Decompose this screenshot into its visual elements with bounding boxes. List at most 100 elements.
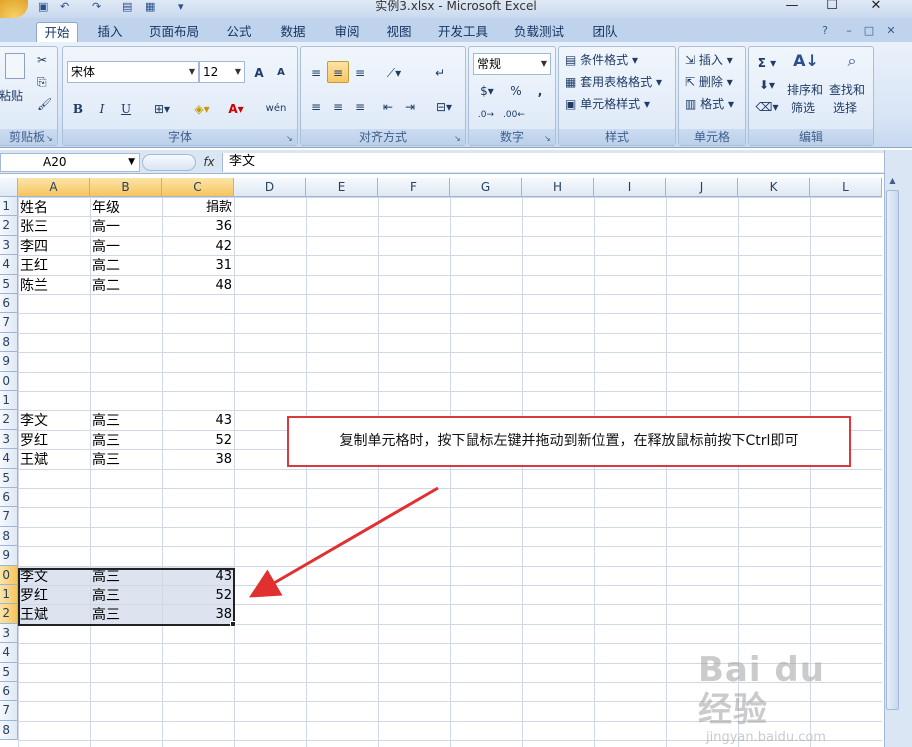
maximize-button[interactable]: ☐ xyxy=(818,0,846,14)
cell-styles-label: 单元格样式 xyxy=(580,97,641,111)
conditional-format-button[interactable]: ▤ 条件格式 ▾ xyxy=(565,51,638,69)
font-color-button[interactable]: A▾ xyxy=(221,97,251,119)
insert-cells-button[interactable]: ⇲ 插入 ▾ xyxy=(685,51,733,69)
tab-team[interactable]: 团队 xyxy=(584,22,626,42)
tab-load-test[interactable]: 负载测试 xyxy=(508,22,570,42)
alignment-launcher-icon[interactable]: ↘ xyxy=(454,134,463,143)
align-center-icon[interactable]: ≡ xyxy=(327,95,349,117)
clipboard-launcher-icon[interactable]: ↘ xyxy=(46,134,55,143)
watermark-brand: Bai du 经验 xyxy=(698,650,825,730)
find-select-label-1[interactable]: 查找和 xyxy=(829,81,865,99)
wrap-text-icon[interactable]: ↵ xyxy=(429,61,451,83)
number-group: 常规 ▼ $▾ % , .0→ .00← 数字 ↘ xyxy=(468,46,556,146)
tab-formulas[interactable]: 公式 xyxy=(218,22,260,42)
sort-filter-label-2[interactable]: 筛选 xyxy=(791,99,815,117)
scroll-up-icon[interactable]: ▲ xyxy=(887,176,898,188)
sort-filter-icon[interactable]: A↓ xyxy=(793,51,819,77)
minimize-button[interactable]: — xyxy=(778,0,806,14)
paste-button[interactable]: 粘贴 xyxy=(0,87,23,105)
decrease-indent-icon[interactable]: ⇤ xyxy=(377,95,399,117)
tab-review[interactable]: 审阅 xyxy=(326,22,368,42)
binoculars-icon[interactable]: ⌕ xyxy=(839,51,865,77)
format-as-table-button[interactable]: ▦ 套用表格格式 ▾ xyxy=(565,73,662,91)
fill-color-icon[interactable]: ◈▾ xyxy=(187,97,217,119)
undo-icon[interactable]: ↶ xyxy=(60,0,74,14)
align-bottom-icon[interactable]: ≡ xyxy=(349,61,371,83)
align-left-icon[interactable]: ≡ xyxy=(305,95,327,117)
copy-icon[interactable]: ⎘ xyxy=(37,73,47,91)
print-preview-icon[interactable]: ▤ xyxy=(122,0,136,14)
tab-view[interactable]: 视图 xyxy=(378,22,420,42)
underline-button[interactable]: U xyxy=(115,97,137,119)
name-box[interactable]: A20 ▼ xyxy=(0,153,140,172)
cell-styles-button[interactable]: ▣ 单元格样式 ▾ xyxy=(565,95,650,113)
paste-icon[interactable] xyxy=(5,53,25,79)
ribbon-minimize-icon[interactable]: – xyxy=(842,24,856,38)
tab-home[interactable]: 开始 xyxy=(36,22,78,42)
bold-button[interactable]: B xyxy=(67,97,89,119)
find-select-label-2[interactable]: 选择 xyxy=(833,99,857,117)
currency-icon[interactable]: $▾ xyxy=(473,79,501,101)
help-icon[interactable]: ? xyxy=(818,24,832,38)
formula-input[interactable]: 李文 xyxy=(222,153,884,172)
shrink-font-button[interactable]: A xyxy=(271,61,291,83)
font-size-value: 12 xyxy=(203,65,219,79)
format-painter-icon[interactable]: 🖌 xyxy=(37,95,52,113)
cells-group: ⇲ 插入 ▾ ⇱ 删除 ▾ ▥ 格式 ▾ 单元格 xyxy=(678,46,746,146)
conditional-format-label: 条件格式 xyxy=(580,53,629,67)
borders-icon[interactable]: ⊞▾ xyxy=(147,97,177,119)
vertical-scrollbar[interactable]: ▲ xyxy=(884,150,912,747)
tab-insert[interactable]: 插入 xyxy=(90,22,130,42)
ribbon-restore-icon[interactable]: □ xyxy=(862,24,876,38)
increase-decimal-icon[interactable]: .0→ xyxy=(473,103,499,125)
align-middle-icon[interactable]: ≡ xyxy=(327,61,349,83)
chevron-down-icon: ▼ xyxy=(188,67,195,76)
percent-button[interactable]: % xyxy=(505,79,527,101)
tab-developer[interactable]: 开发工具 xyxy=(432,22,494,42)
phonetic-guide-button[interactable]: wén xyxy=(259,97,293,119)
font-name-select[interactable]: 宋体 ▼ xyxy=(67,61,199,83)
delete-cells-button[interactable]: ⇱ 删除 ▾ xyxy=(685,73,733,91)
fill-handle[interactable] xyxy=(230,621,236,627)
split-box[interactable] xyxy=(885,150,912,156)
fill-icon[interactable]: ⬇▾ xyxy=(753,73,781,95)
insert-label: 插入 xyxy=(698,53,723,67)
grow-font-button[interactable]: A xyxy=(249,61,269,83)
quick-print-icon[interactable]: ▦ xyxy=(145,0,159,14)
customize-qat-icon[interactable]: ▾ xyxy=(178,0,188,14)
font-size-select[interactable]: 12 ▼ xyxy=(199,61,245,83)
chevron-down-icon[interactable]: ▼ xyxy=(128,154,135,171)
number-format-select[interactable]: 常规 ▼ xyxy=(473,53,551,75)
chevron-down-icon: ▼ xyxy=(540,59,547,68)
orientation-icon[interactable]: ⟋▾ xyxy=(379,61,409,83)
number-launcher-icon[interactable]: ↘ xyxy=(544,134,553,143)
name-box-value: A20 xyxy=(43,155,67,169)
tab-data[interactable]: 数据 xyxy=(272,22,314,42)
clear-icon[interactable]: ⌫▾ xyxy=(753,95,781,117)
office-button[interactable] xyxy=(0,0,28,18)
merge-center-icon[interactable]: ⊟▾ xyxy=(429,95,459,117)
tab-page-layout[interactable]: 页面布局 xyxy=(143,22,205,42)
font-group-label: 字体 xyxy=(63,129,297,145)
font-launcher-icon[interactable]: ↘ xyxy=(286,134,295,143)
decrease-decimal-icon[interactable]: .00← xyxy=(501,103,527,125)
comma-button[interactable]: , xyxy=(529,79,551,101)
italic-button[interactable]: I xyxy=(91,97,113,119)
align-right-icon[interactable]: ≡ xyxy=(349,95,371,117)
autosum-button[interactable]: Σ ▾ xyxy=(753,51,781,73)
delete-icon: ⇱ xyxy=(685,75,699,89)
sort-filter-label-1[interactable]: 排序和 xyxy=(787,81,823,99)
insert-function-button[interactable]: fx xyxy=(200,153,218,171)
save-icon[interactable]: ▣ xyxy=(38,0,50,14)
align-top-icon[interactable]: ≡ xyxy=(305,61,327,83)
format-cells-button[interactable]: ▥ 格式 ▾ xyxy=(685,95,734,113)
workbook-close-icon[interactable]: ✕ xyxy=(884,24,898,38)
scroll-thumb[interactable] xyxy=(886,190,899,710)
instruction-callout: 复制单元格时，按下鼠标左键并拖动到新位置，在释放鼠标前按下Ctrl即可 xyxy=(287,416,851,467)
formula-bar-splitter[interactable] xyxy=(142,154,196,171)
redo-icon[interactable]: ↷ xyxy=(92,0,106,14)
font-name-value: 宋体 xyxy=(71,65,96,79)
close-button[interactable]: ✕ xyxy=(862,0,890,14)
increase-indent-icon[interactable]: ⇥ xyxy=(399,95,421,117)
cut-icon[interactable]: ✂ xyxy=(37,51,47,69)
